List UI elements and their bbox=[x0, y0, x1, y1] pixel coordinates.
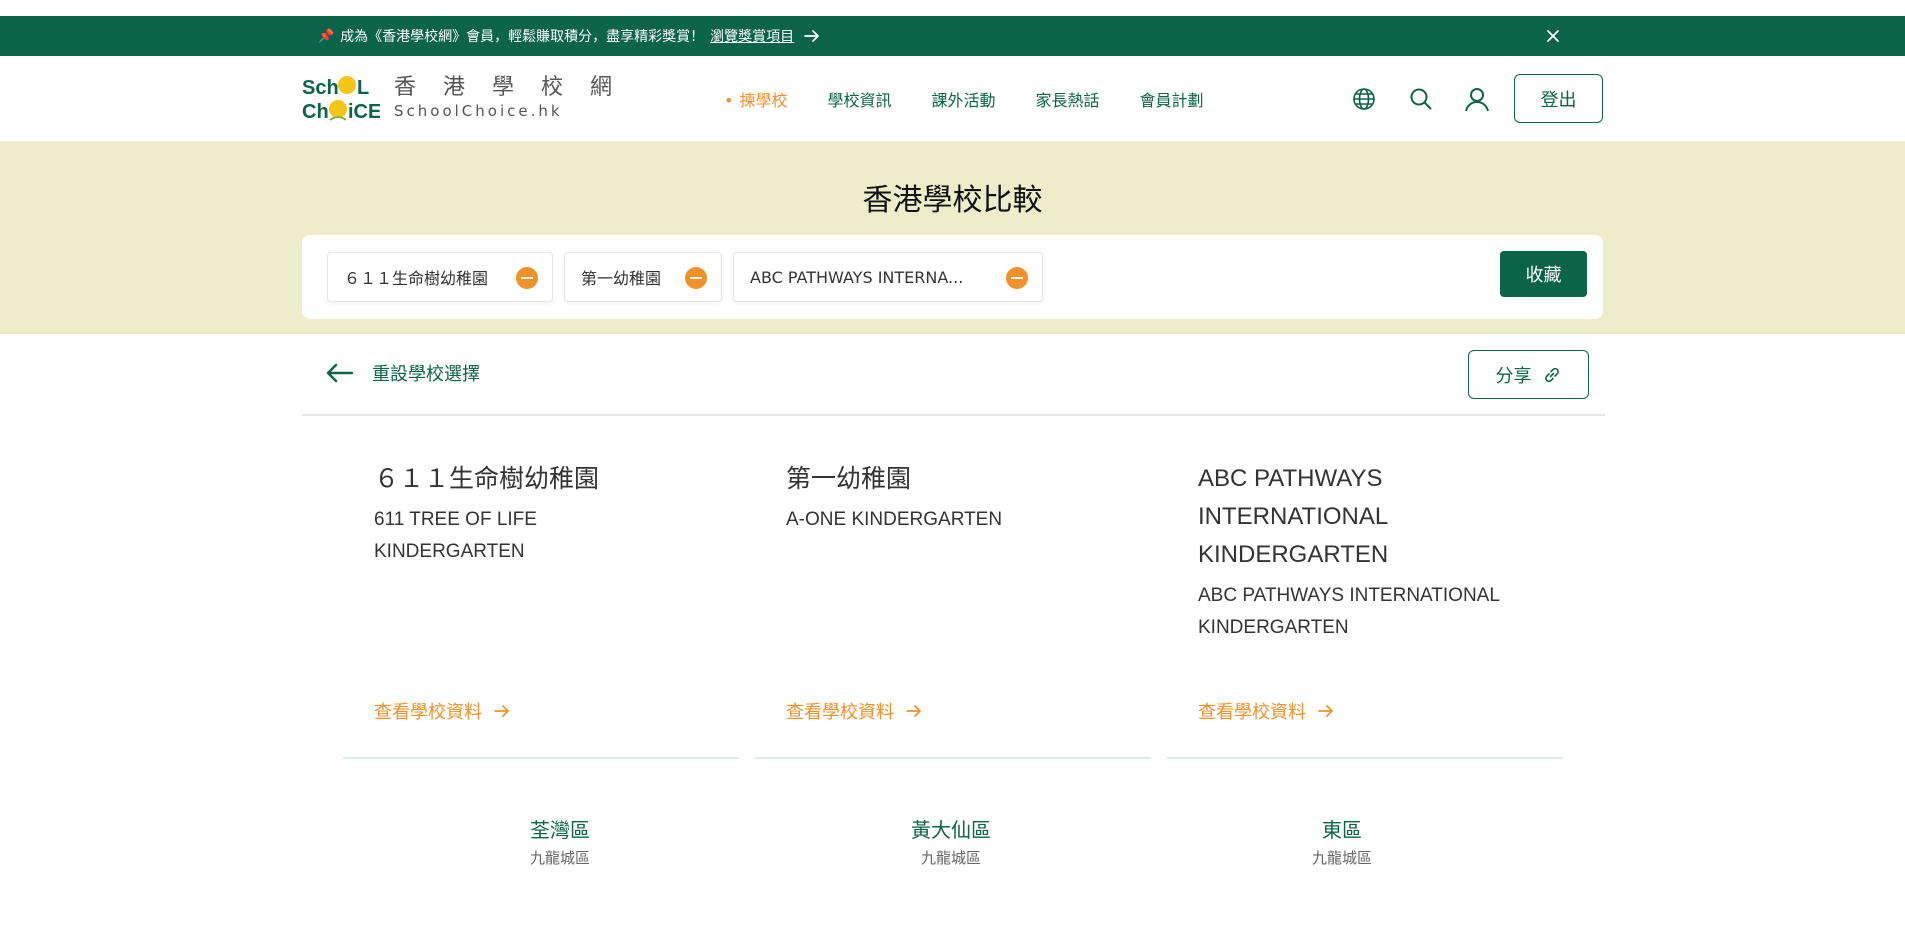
column-divider bbox=[343, 757, 739, 759]
chip-label: 第一幼稚園 bbox=[581, 269, 662, 288]
school-column: ABC PATHWAYS INTERNATIONAL KINDERGARTEN … bbox=[1167, 460, 1563, 644]
school-title: INTERNATIONAL bbox=[1198, 503, 1389, 530]
share-button[interactable]: 分享 bbox=[1468, 350, 1589, 399]
school-column: 第一幼稚園 A-ONE KINDERGARTEN bbox=[755, 460, 1151, 536]
compare-toolbar: 重設學校選擇 分享 bbox=[302, 334, 1605, 416]
school-column: ６１１生命樹幼稚園 611 TREE OF LIFE KINDERGARTEN bbox=[343, 460, 739, 568]
link-icon bbox=[1544, 367, 1559, 382]
site-header: Sch L Ch iCE 香 港 學 校 網 SchoolChoice.hk 揀… bbox=[0, 56, 1905, 141]
logo-chinese-text: 香 港 學 校 網 bbox=[394, 75, 622, 100]
arrow-right-icon[interactable] bbox=[804, 29, 820, 43]
pushpin-icon: 📌 bbox=[318, 28, 335, 44]
arrow-left-icon bbox=[326, 363, 354, 383]
schoolchoice-logo-mark: Sch L Ch iCE bbox=[302, 74, 381, 123]
school-district: 黃大仙區 九龍城區 bbox=[753, 816, 1149, 870]
view-school-info-link[interactable]: 查看學校資料 bbox=[1198, 698, 1334, 724]
remove-minus-icon[interactable] bbox=[1006, 267, 1028, 289]
reset-selection-button[interactable]: 重設學校選擇 bbox=[326, 360, 480, 386]
share-label: 分享 bbox=[1495, 365, 1532, 387]
svg-text:L: L bbox=[357, 77, 369, 99]
banner-rewards-link[interactable]: 瀏覽獎賞項目 bbox=[710, 26, 794, 46]
school-title: KINDERGARTEN bbox=[1198, 541, 1389, 568]
column-divider bbox=[1167, 757, 1563, 759]
school-district: 東區 九龍城區 bbox=[1144, 816, 1540, 870]
district-name: 東區 bbox=[1322, 818, 1362, 842]
favorite-button[interactable]: 收藏 bbox=[1500, 251, 1587, 297]
logo-english-text: SchoolChoice.hk bbox=[394, 102, 563, 120]
banner-text: 成為《香港學校網》會員，輕鬆賺取積分，盡享精彩獎賞！ bbox=[340, 29, 705, 45]
school-name-en: ABC PATHWAYS INTERNATIONAL bbox=[1198, 585, 1500, 606]
site-logo[interactable]: Sch L Ch iCE 香 港 學 校 網 SchoolChoice.hk bbox=[302, 74, 622, 123]
school-name-en: KINDERGARTEN bbox=[374, 541, 525, 562]
promo-banner: 📌 成為《香港學校網》會員，輕鬆賺取積分，盡享精彩獎賞！ 瀏覽獎賞項目 bbox=[0, 16, 1905, 56]
arrow-right-icon bbox=[906, 705, 921, 717]
district-name: 荃灣區 bbox=[530, 818, 590, 842]
svg-text:Sch: Sch bbox=[302, 77, 339, 99]
nav-membership[interactable]: 會員計劃 bbox=[1140, 87, 1204, 111]
user-icon[interactable] bbox=[1464, 86, 1490, 112]
nav-choose-school[interactable]: 揀學校 bbox=[724, 87, 787, 111]
school-name-en: 611 TREE OF LIFE bbox=[374, 509, 537, 530]
arrow-right-icon bbox=[1318, 705, 1333, 717]
remove-minus-icon[interactable] bbox=[516, 267, 538, 289]
nav-parent-talk[interactable]: 家長熱話 bbox=[1035, 87, 1099, 111]
globe-icon[interactable] bbox=[1351, 86, 1377, 112]
school-name-en: KINDERGARTEN bbox=[1198, 617, 1349, 638]
main-nav: 揀學校 學校資訊 課外活動 家長熱話 會員計劃 bbox=[724, 56, 1244, 141]
nav-activities[interactable]: 課外活動 bbox=[931, 87, 995, 111]
view-school-info-label: 查看學校資料 bbox=[1198, 702, 1306, 723]
school-district: 荃灣區 九龍城區 bbox=[362, 816, 758, 870]
view-school-info-link[interactable]: 查看學校資料 bbox=[786, 698, 922, 724]
school-name-zh: ６１１生命樹幼稚園 bbox=[374, 464, 600, 493]
school-name-zh: 第一幼稚園 bbox=[786, 464, 912, 493]
selected-school-chip: ABC PATHWAYS INTERNA... bbox=[733, 252, 1043, 302]
view-school-info-label: 查看學校資料 bbox=[786, 702, 894, 723]
view-school-info-label: 查看學校資料 bbox=[374, 702, 482, 723]
region-name: 九龍城區 bbox=[1311, 849, 1372, 867]
svg-text:iCE: iCE bbox=[348, 101, 380, 122]
reset-selection-label: 重設學校選擇 bbox=[372, 364, 480, 385]
page-title: 香港學校比較 bbox=[862, 183, 1043, 218]
school-title: ABC PATHWAYS bbox=[1198, 465, 1383, 492]
compare-hero: 香港學校比較 ６１１生命樹幼稚園 第一幼稚園 ABC PATHWAYS INTE… bbox=[0, 141, 1905, 334]
chip-label: ABC PATHWAYS INTERNA... bbox=[750, 267, 964, 287]
view-school-info-link[interactable]: 查看學校資料 bbox=[374, 698, 510, 724]
region-name: 九龍城區 bbox=[529, 849, 590, 867]
logout-button[interactable]: 登出 bbox=[1514, 74, 1603, 123]
banner-close-icon[interactable] bbox=[1543, 25, 1563, 47]
chip-label: ６１１生命樹幼稚園 bbox=[344, 269, 489, 288]
remove-minus-icon[interactable] bbox=[685, 267, 707, 289]
search-icon[interactable] bbox=[1408, 86, 1434, 112]
selected-school-chip: 第一幼稚園 bbox=[564, 252, 722, 302]
column-divider bbox=[755, 757, 1151, 759]
arrow-right-icon bbox=[494, 705, 509, 717]
region-name: 九龍城區 bbox=[920, 849, 981, 867]
selected-school-chip: ６１１生命樹幼稚園 bbox=[327, 252, 553, 302]
district-name: 黃大仙區 bbox=[911, 818, 991, 842]
svg-text:Ch: Ch bbox=[302, 101, 329, 122]
nav-school-info[interactable]: 學校資訊 bbox=[827, 87, 891, 111]
school-name-en: A-ONE KINDERGARTEN bbox=[786, 509, 1003, 530]
compare-selection-bar: ６１１生命樹幼稚園 第一幼稚園 ABC PATHWAYS INTERNA... … bbox=[302, 235, 1603, 319]
